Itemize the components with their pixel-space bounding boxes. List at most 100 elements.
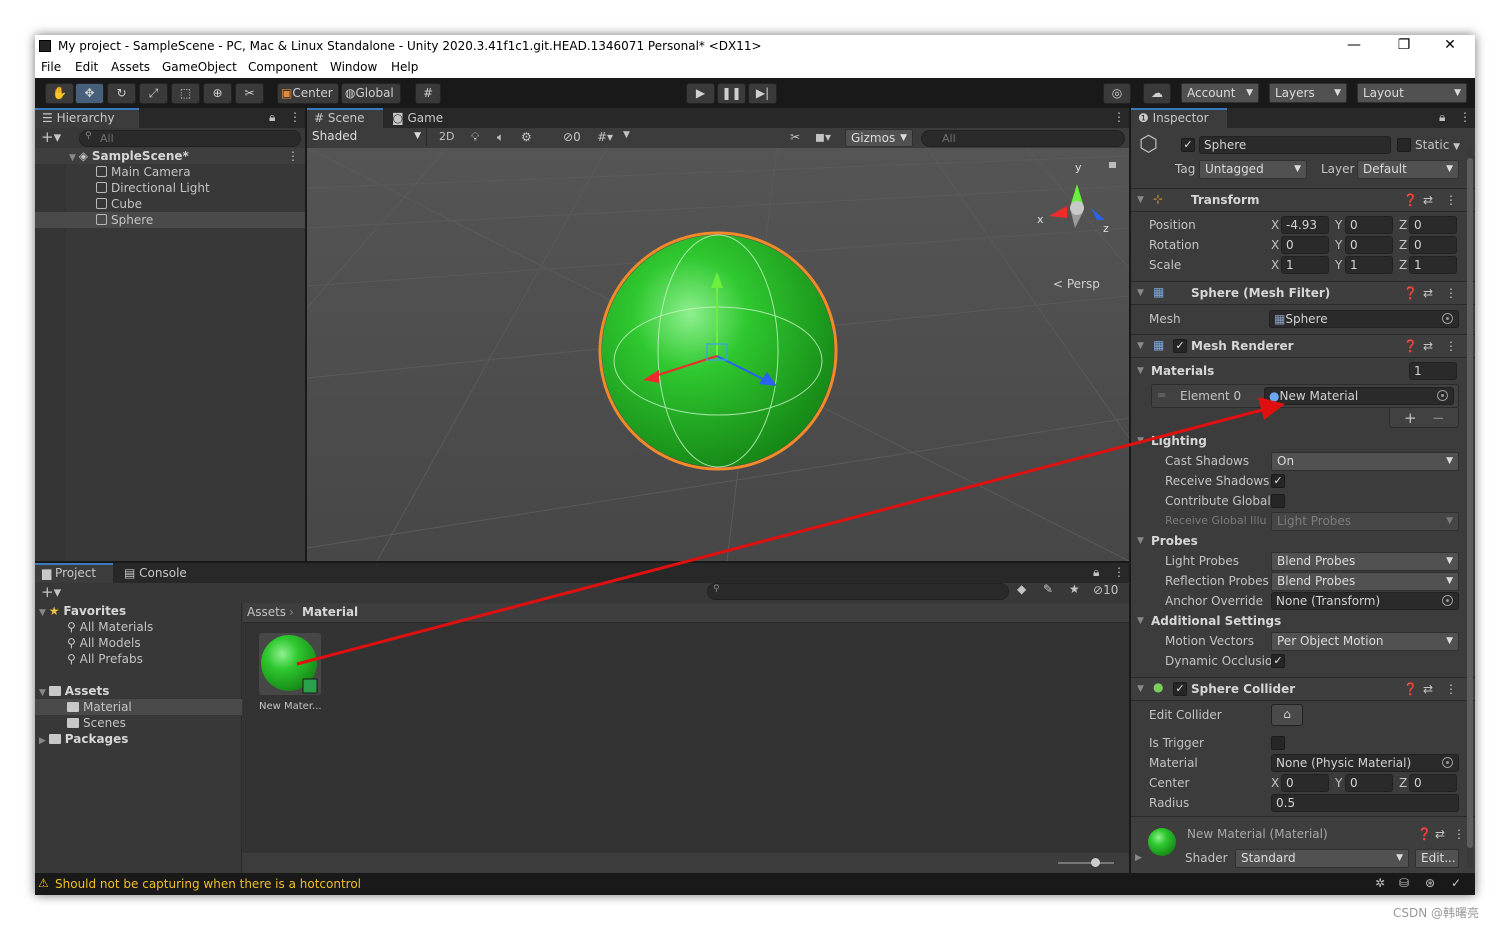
rect-tool-icon[interactable]: ⬚ — [171, 83, 200, 104]
position-z-field[interactable]: 0 — [1409, 216, 1457, 234]
shading-mode-dropdown[interactable]: Shaded ▼ — [307, 128, 427, 147]
object-picker-icon[interactable] — [1442, 595, 1453, 606]
favorite-item[interactable]: ⚲ All Prefabs — [35, 651, 242, 667]
mesh-renderer-header[interactable]: ▼ ▦ ✓ Mesh Renderer ❓ ⇄ ⋮ — [1131, 334, 1475, 358]
maximize-button[interactable]: ❐ — [1389, 37, 1419, 55]
contribute-gi-checkbox[interactable] — [1271, 494, 1285, 508]
mesh-object-field[interactable]: ▦Sphere — [1269, 310, 1459, 328]
help-icon[interactable]: ❓ — [1403, 339, 1418, 353]
grid-toggle-icon[interactable]: #▾ — [597, 130, 613, 144]
cast-shadows-dropdown[interactable]: On ▼ — [1271, 452, 1459, 471]
lock-icon[interactable]: 🔒︎ — [1439, 110, 1445, 125]
grid-snap-icon[interactable]: # — [415, 83, 441, 104]
tab-hierarchy[interactable]: ☰ Hierarchy — [35, 108, 139, 128]
menu-component[interactable]: Component — [248, 60, 318, 74]
tab-project[interactable]: ▆ Project — [35, 563, 113, 583]
scale-tool-icon[interactable]: ⤢ — [139, 83, 168, 104]
mesh-renderer-enabled-checkbox[interactable]: ✓ — [1173, 339, 1187, 353]
pause-button[interactable]: ❚❚ — [717, 83, 746, 104]
shader-edit-button[interactable]: Edit... — [1415, 849, 1459, 868]
light-probes-dropdown[interactable]: Blend Probes ▼ — [1271, 552, 1459, 571]
layout-dropdown[interactable]: Layout ▼ — [1357, 83, 1467, 103]
kebab-menu-icon[interactable]: ⋮ — [1453, 827, 1465, 841]
element0-object-field[interactable]: ●New Material — [1264, 387, 1454, 405]
preset-icon[interactable]: ⇄ — [1423, 339, 1433, 353]
fold-icon[interactable]: ▼ — [1137, 436, 1144, 446]
tab-scene[interactable]: # Scene — [307, 108, 383, 128]
favorite-star-icon[interactable]: ★ — [1069, 582, 1080, 596]
folder-item[interactable]: Scenes — [35, 715, 242, 731]
menu-help[interactable]: Help — [391, 60, 418, 74]
tab-game[interactable]: ◙ Game — [385, 108, 451, 128]
hierarchy-search-input[interactable]: All — [79, 130, 301, 147]
chevron-down-icon[interactable]: ▼ — [623, 130, 630, 140]
close-button[interactable]: ✕ — [1435, 37, 1465, 55]
play-button[interactable]: ▶ — [686, 83, 715, 104]
scale-z-field[interactable]: 1 — [1409, 256, 1457, 274]
is-trigger-checkbox[interactable] — [1271, 736, 1285, 750]
tag-dropdown[interactable]: Untagged ▼ — [1199, 160, 1307, 179]
shader-dropdown[interactable]: Standard ▼ — [1235, 849, 1409, 868]
kebab-menu-icon[interactable]: ⋮ — [287, 148, 299, 164]
reflection-probes-dropdown[interactable]: Blend Probes ▼ — [1271, 572, 1459, 591]
zoom-slider-track[interactable] — [1058, 862, 1114, 864]
inspector-scrollbar[interactable] — [1467, 148, 1473, 868]
status-message[interactable]: Should not be capturing when there is a … — [55, 877, 361, 891]
step-button[interactable]: ▶| — [748, 83, 777, 104]
mesh-filter-header[interactable]: ▼ ▦ Sphere (Mesh Filter) ❓ ⇄ ⋮ — [1131, 281, 1475, 305]
remove-element-button[interactable]: − — [1432, 409, 1445, 427]
effects-toggle-icon[interactable]: ⚙ — [521, 130, 532, 144]
name-field[interactable]: Sphere — [1199, 136, 1391, 154]
cloud-icon[interactable]: ☁ — [1143, 83, 1171, 104]
sphere-collider-header[interactable]: ▼ ● ✓ Sphere Collider ❓ ⇄ ⋮ — [1131, 677, 1475, 701]
preset-icon[interactable]: ⇄ — [1435, 827, 1445, 841]
minimize-button[interactable]: — — [1339, 37, 1369, 55]
scale-y-field[interactable]: 1 — [1345, 256, 1393, 274]
active-checkbox[interactable]: ✓ — [1181, 138, 1195, 152]
breadcrumb-material[interactable]: Material — [302, 605, 358, 619]
transform-tool-icon[interactable]: ⊕ — [203, 83, 232, 104]
fold-icon[interactable]: ▼ — [1137, 536, 1144, 546]
folder-item-selected[interactable]: Material — [35, 699, 242, 715]
edit-collider-button[interactable]: ⌂ — [1271, 704, 1303, 726]
packages-folder-row[interactable]: ▶ Packages — [35, 731, 242, 747]
center-z-field[interactable]: 0 — [1409, 774, 1457, 792]
favorite-item[interactable]: ⚲ All Materials — [35, 619, 242, 635]
anchor-override-field[interactable]: None (Transform) — [1271, 592, 1459, 610]
kebab-menu-icon[interactable]: ⋮ — [1445, 193, 1457, 207]
kebab-menu-icon[interactable]: ⋮ — [1445, 286, 1457, 300]
pivot-center-button[interactable]: ▣Center — [277, 83, 339, 104]
static-dropdown[interactable]: Static ▼ — [1415, 138, 1460, 152]
menu-file[interactable]: File — [41, 60, 61, 74]
mode-2d-toggle[interactable]: 2D — [439, 130, 454, 143]
kebab-menu-icon[interactable]: ⋮ — [1445, 339, 1457, 353]
preset-icon[interactable]: ⇄ — [1423, 682, 1433, 696]
rotation-z-field[interactable]: 0 — [1409, 236, 1457, 254]
gizmos-dropdown[interactable]: Gizmos ▼ — [845, 129, 913, 147]
hierarchy-item[interactable]: Cube — [35, 196, 305, 212]
hidden-objects-icon[interactable]: ⊘0 — [563, 130, 581, 144]
bug-icon[interactable]: ✲ — [1375, 876, 1385, 890]
fold-icon[interactable]: ▶ — [1135, 853, 1142, 863]
kebab-menu-icon[interactable]: ⋮ — [1459, 110, 1471, 124]
radius-field[interactable]: 0.5 — [1271, 794, 1459, 812]
position-x-field[interactable]: -4.93 — [1281, 216, 1329, 234]
scene-row[interactable]: ▼ ◈ SampleScene* ⋮ — [35, 148, 305, 164]
fold-icon[interactable]: ▼ — [1137, 366, 1144, 376]
scrollbar-thumb[interactable] — [1467, 158, 1473, 848]
hierarchy-item[interactable]: Main Camera — [35, 164, 305, 180]
menu-edit[interactable]: Edit — [75, 60, 98, 74]
menu-window[interactable]: Window — [330, 60, 377, 74]
collab-icon[interactable]: ◎ — [1103, 83, 1131, 104]
center-y-field[interactable]: 0 — [1345, 774, 1393, 792]
lighting-toggle-icon[interactable]: 💡︎ — [471, 130, 479, 145]
preset-icon[interactable]: ⇄ — [1423, 286, 1433, 300]
drag-handle-icon[interactable]: ═ — [1158, 388, 1165, 402]
materials-count-field[interactable]: 1 — [1409, 362, 1457, 380]
lock-icon[interactable]: 🔒︎ — [1093, 565, 1099, 580]
kebab-menu-icon[interactable]: ⋮ — [1113, 565, 1125, 579]
help-icon[interactable]: ❓ — [1417, 827, 1432, 841]
menu-gameobject[interactable]: GameObject — [162, 60, 237, 74]
progress-icon[interactable]: ✓ — [1451, 876, 1461, 890]
add-element-button[interactable]: + — [1404, 409, 1417, 427]
